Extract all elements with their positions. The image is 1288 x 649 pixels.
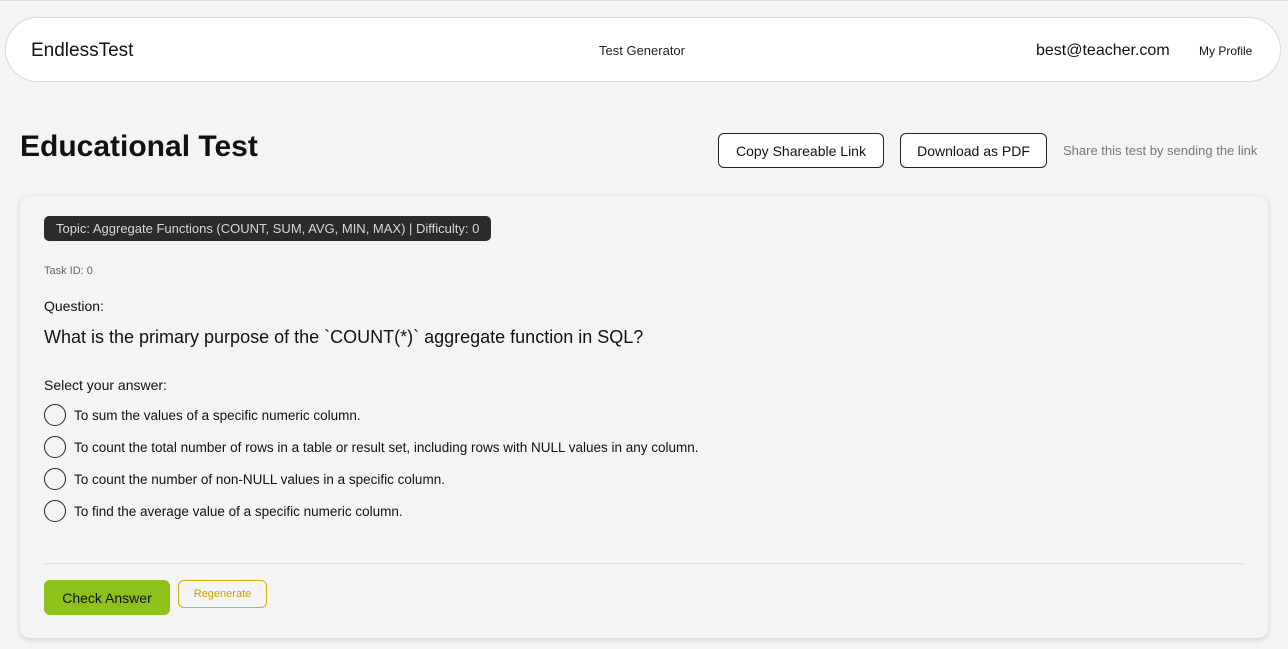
radio-button[interactable] — [44, 468, 66, 490]
answer-option-label: To sum the values of a specific numeric … — [74, 407, 361, 423]
share-hint-text: Share this test by sending the link — [1063, 143, 1258, 158]
answer-option-label: To count the total number of rows in a t… — [74, 439, 699, 455]
question-label: Question: — [44, 298, 104, 314]
task-id: Task ID: 0 — [44, 265, 93, 277]
divider — [44, 563, 1244, 564]
copy-shareable-link-button[interactable]: Copy Shareable Link — [718, 133, 884, 168]
radio-button[interactable] — [44, 404, 66, 426]
user-email: best@teacher.com — [1036, 42, 1170, 59]
brand-logo[interactable]: EndlessTest — [31, 40, 133, 62]
answer-option[interactable]: To find the average value of a specific … — [44, 499, 403, 523]
nav-link-my-profile[interactable]: My Profile — [1199, 44, 1252, 58]
answer-option[interactable]: To sum the values of a specific numeric … — [44, 403, 361, 427]
navbar: EndlessTest Test Generator best@teacher.… — [5, 17, 1281, 82]
check-answer-button[interactable]: Check Answer — [44, 580, 170, 615]
answer-option[interactable]: To count the total number of rows in a t… — [44, 435, 699, 459]
page-title: Educational Test — [20, 130, 258, 163]
answer-option-label: To count the number of non-NULL values i… — [74, 471, 445, 487]
answer-option[interactable]: To count the number of non-NULL values i… — [44, 467, 445, 491]
question-text: What is the primary purpose of the `COUN… — [44, 327, 644, 347]
task-card: Topic: Aggregate Functions (COUNT, SUM, … — [20, 196, 1268, 638]
radio-button[interactable] — [44, 436, 66, 458]
topic-badge: Topic: Aggregate Functions (COUNT, SUM, … — [44, 216, 492, 241]
download-pdf-button[interactable]: Download as PDF — [900, 133, 1047, 168]
regenerate-button[interactable]: Regenerate — [178, 580, 267, 608]
select-answer-label: Select your answer: — [44, 377, 167, 393]
nav-link-test-generator[interactable]: Test Generator — [599, 43, 685, 58]
radio-button[interactable] — [44, 500, 66, 522]
top-border — [0, 0, 1288, 1]
answer-option-label: To find the average value of a specific … — [74, 503, 403, 519]
